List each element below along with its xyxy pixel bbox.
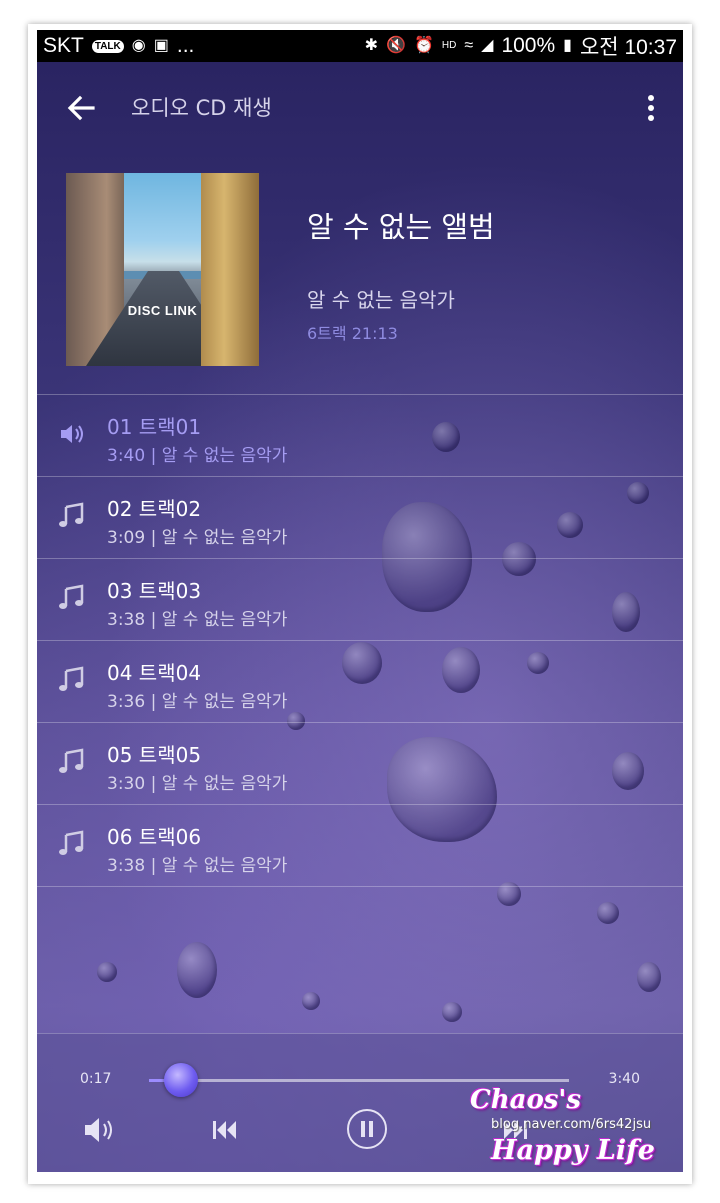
track-title: 04 트랙04 [107, 661, 202, 685]
image-notification-icon: ▣ [153, 37, 169, 54]
page-title: 오디오 CD 재생 [131, 96, 272, 120]
more-notifications: ... [176, 34, 195, 57]
more-vert-icon [648, 95, 654, 101]
battery-icon: ▮ [563, 37, 572, 54]
album-art-logo: DISC LINK [127, 303, 198, 318]
track-duration-artist: 3:38 | 알 수 없는 음악가 [107, 610, 288, 630]
track-title: 01 트랙01 [107, 415, 202, 439]
skip-next-icon [504, 1121, 527, 1139]
volume-icon [85, 1118, 112, 1142]
mute-icon: 🔇 [386, 37, 406, 54]
track-duration-artist: 3:38 | 알 수 없는 음악가 [107, 856, 288, 876]
track-duration-artist: 3:30 | 알 수 없는 음악가 [107, 774, 288, 794]
next-button[interactable] [493, 1109, 535, 1151]
track-row[interactable]: 03 트랙03 3:38 | 알 수 없는 음악가 [37, 558, 683, 640]
current-time: 0:17 [80, 1071, 112, 1087]
back-arrow-icon [67, 95, 95, 121]
music-note-icon [57, 665, 87, 695]
album-art: DISC LINK [66, 173, 259, 366]
clock: 오전 10:37 [579, 36, 677, 59]
signal-icon: ◢ [481, 37, 494, 54]
bluetooth-icon: ✱ [364, 37, 379, 54]
total-time: 3:40 [608, 1071, 640, 1087]
back-button[interactable] [61, 88, 101, 128]
talk-notification-icon: TALK [91, 39, 124, 53]
wifi-icon: ≈ [464, 37, 474, 54]
carrier-label: SKT [43, 34, 84, 57]
track-row[interactable]: 02 트랙02 3:09 | 알 수 없는 음악가 [37, 476, 683, 558]
track-row[interactable]: 01 트랙01 3:40 | 알 수 없는 음악가 [37, 394, 683, 476]
seek-thumb[interactable] [164, 1063, 199, 1097]
seek-bar[interactable] [149, 1063, 569, 1097]
previous-button[interactable] [205, 1109, 247, 1151]
track-duration-artist: 3:36 | 알 수 없는 음악가 [107, 692, 288, 712]
pause-button[interactable] [347, 1109, 387, 1149]
album-artist: 알 수 없는 음악가 [307, 288, 455, 312]
status-right: ✱ 🔇 ⏰ HD ≈ ◢ 100% ▮ 오전 10:37 [365, 31, 677, 61]
music-note-icon [57, 501, 87, 531]
track-title: 06 트랙06 [107, 825, 202, 849]
album-title: 알 수 없는 앨범 [307, 210, 495, 244]
pause-icon [361, 1121, 373, 1137]
cd-player-screen: 오디오 CD 재생 DISC LINK 알 수 없는 앨범 알 수 없는 음악가… [37, 62, 683, 1172]
track-row[interactable]: 06 트랙06 3:38 | 알 수 없는 음악가 [37, 804, 683, 887]
track-title: 02 트랙02 [107, 497, 202, 521]
speaker-playing-icon [57, 419, 87, 449]
more-options-button[interactable] [639, 92, 663, 124]
hd-voice-icon: HD [441, 40, 457, 51]
track-row[interactable]: 04 트랙04 3:36 | 알 수 없는 음악가 [37, 640, 683, 722]
player-controls: 0:17 3:40 [37, 1033, 683, 1172]
status-left: SKT TALK ◉ ▣ ... [43, 34, 194, 58]
alarm-icon: ⏰ [413, 37, 434, 54]
album-track-summary: 6트랙 21:13 [307, 324, 398, 343]
music-note-icon [57, 747, 87, 777]
battery-percent: 100% [501, 34, 556, 57]
status-bar: SKT TALK ◉ ▣ ... ✱ 🔇 ⏰ HD ≈ ◢ 100% ▮ 오전 … [37, 30, 683, 62]
music-note-icon [57, 583, 87, 613]
track-duration-artist: 3:09 | 알 수 없는 음악가 [107, 528, 288, 548]
track-list: 01 트랙01 3:40 | 알 수 없는 음악가 02 트랙02 3:09 |… [37, 394, 683, 887]
skip-previous-icon [213, 1121, 236, 1139]
track-title: 03 트랙03 [107, 579, 202, 603]
volume-button[interactable] [79, 1109, 121, 1151]
track-title: 05 트랙05 [107, 743, 202, 767]
track-row[interactable]: 05 트랙05 3:30 | 알 수 없는 음악가 [37, 722, 683, 804]
track-duration-artist: 3:40 | 알 수 없는 음악가 [107, 446, 288, 466]
app-notification-icon: ◉ [131, 37, 146, 54]
music-note-icon [57, 829, 87, 859]
app-bar: 오디오 CD 재생 [37, 62, 683, 152]
